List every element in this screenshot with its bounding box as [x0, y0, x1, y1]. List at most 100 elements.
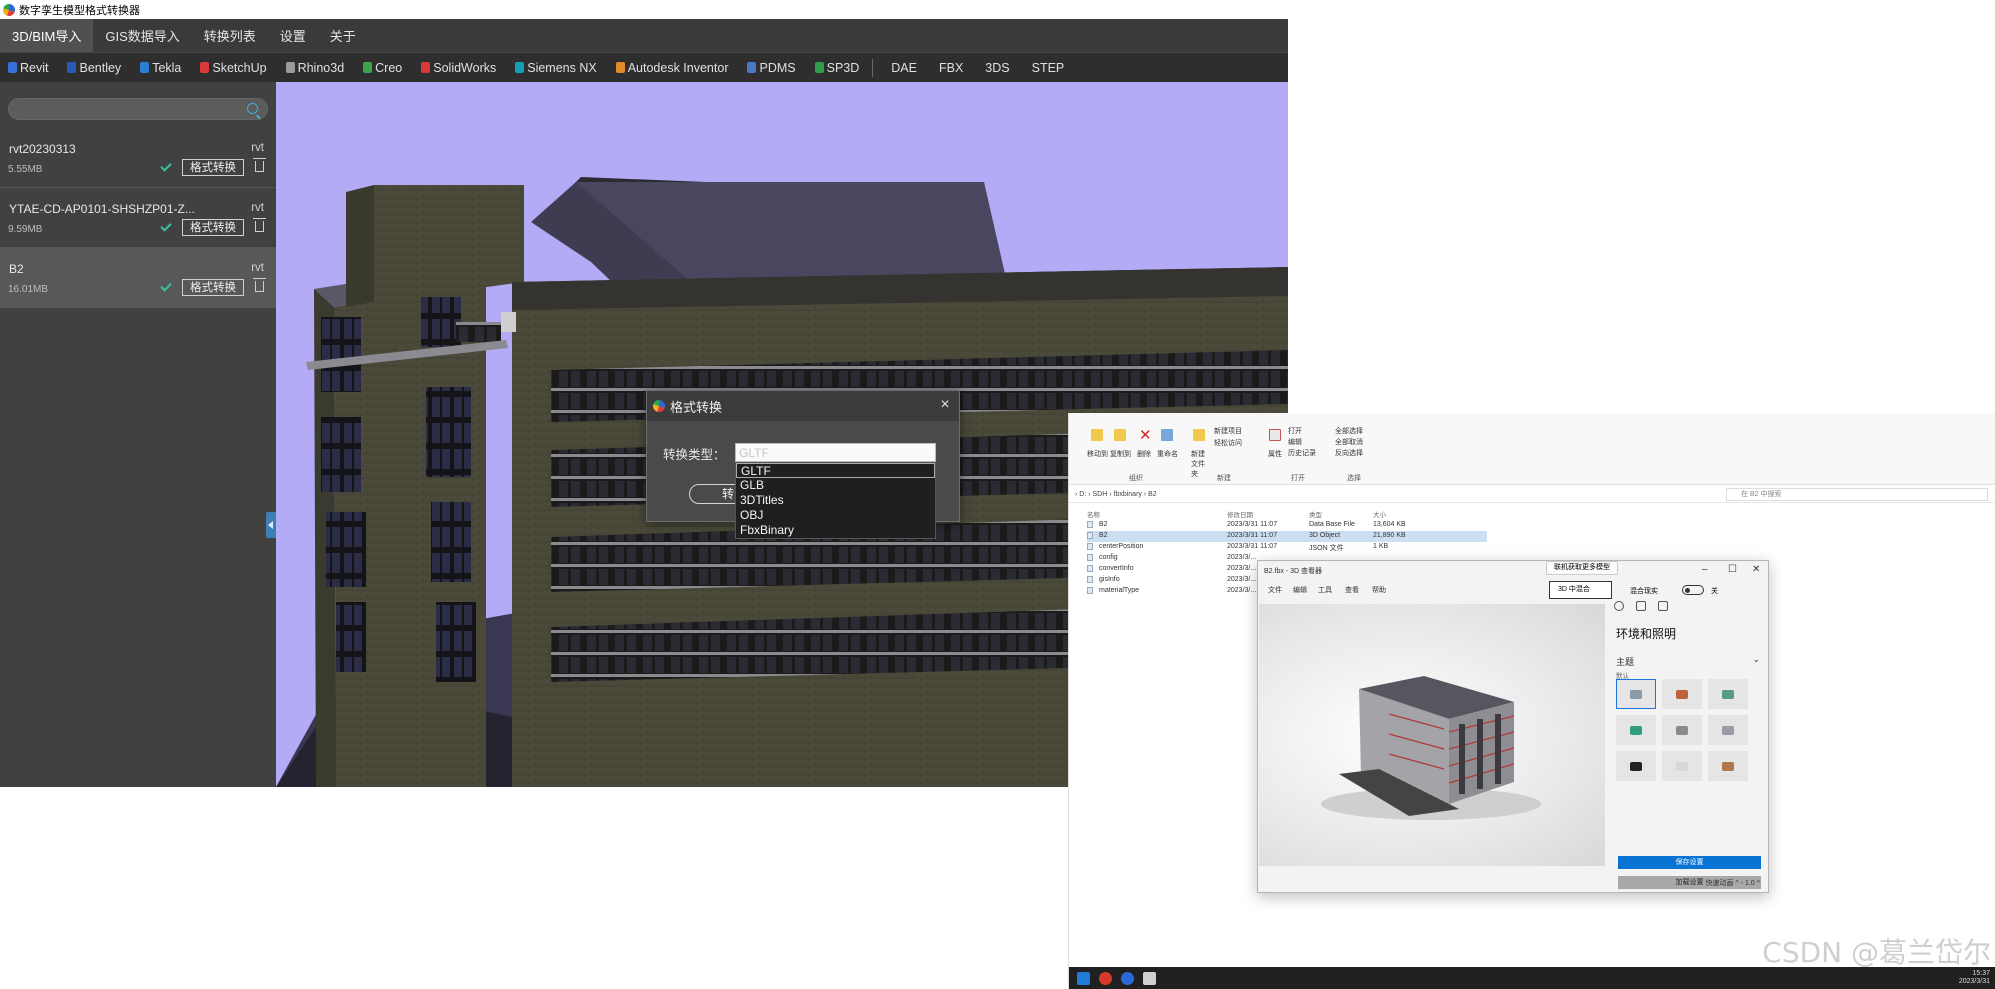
theme-swatch[interactable] — [1662, 679, 1702, 709]
new-folder-icon[interactable] — [1193, 429, 1205, 441]
theme-swatch[interactable] — [1708, 751, 1748, 781]
file-size: 1 KB — [1373, 543, 1389, 550]
col-name[interactable]: 名称 — [1087, 509, 1100, 519]
option-fbxbinary[interactable]: FbxBinary — [736, 523, 935, 538]
viewer-menu-file[interactable]: 文件 — [1268, 585, 1282, 595]
option-gltf[interactable]: GLTF — [736, 463, 935, 478]
copy-to-icon[interactable] — [1114, 429, 1126, 441]
minimize-icon[interactable]: – — [1702, 564, 1708, 575]
viewer-menu-tools[interactable]: 工具 — [1318, 585, 1332, 595]
search-icon[interactable] — [247, 103, 258, 114]
format-3ds[interactable]: 3DS — [985, 61, 1009, 75]
mixed-reality-toggle[interactable] — [1682, 585, 1704, 595]
collapse-sidebar-handle[interactable] — [266, 512, 276, 538]
col-date[interactable]: 修改日期 — [1227, 509, 1253, 519]
file-row[interactable]: B2 2023/3/31 11:07 Data Base File 13,604 KB — [1087, 520, 1487, 531]
file-row[interactable]: centerPosition 2023/3/31 11:07 JSON 文件 1 KB — [1087, 542, 1487, 553]
theme-swatch[interactable] — [1662, 751, 1702, 781]
select-none-label[interactable]: 全部取消 — [1335, 437, 1363, 447]
windows-start-icon[interactable] — [1077, 972, 1090, 985]
convert-button[interactable]: 格式转换 — [182, 219, 244, 236]
taskbar-converter-icon[interactable] — [1121, 972, 1134, 985]
file-item-ytae[interactable]: YTAE-CD-AP0101-SHSHZP01-Z... rvt 9.59MB … — [0, 188, 276, 248]
option-3dtitles[interactable]: 3DTitles — [736, 493, 935, 508]
close-icon[interactable]: × — [937, 397, 953, 413]
format-creo[interactable]: Creo — [363, 61, 402, 75]
history-label[interactable]: 历史记录 — [1288, 448, 1316, 458]
address-path[interactable]: › D: › SDH › fbxbinary › B2 — [1075, 491, 1157, 498]
file-item-rvt20230313[interactable]: rvt20230313 rvt 5.55MB 格式转换 — [0, 128, 276, 188]
new-item-label[interactable]: 新建项目 — [1214, 426, 1242, 436]
format-bentley[interactable]: Bentley — [67, 61, 121, 75]
viewer-menu-help[interactable]: 帮助 — [1372, 585, 1386, 595]
stats-tab-icon[interactable] — [1636, 601, 1646, 611]
mixed-reality-button[interactable]: 3D 中混合 — [1549, 581, 1612, 599]
theme-swatch[interactable] — [1616, 715, 1656, 745]
format-sketchup[interactable]: SketchUp — [200, 61, 267, 75]
animation-tab-icon[interactable] — [1658, 601, 1668, 611]
theme-swatch[interactable] — [1662, 715, 1702, 745]
menu-bim-import[interactable]: 3D/BIM导入 — [0, 19, 94, 52]
format-autodesk-inventor[interactable]: Autodesk Inventor — [615, 61, 728, 75]
search-input[interactable] — [8, 98, 268, 120]
viewer-statusbar[interactable]: 快速动画 ^ ◦ 1.0 ^ — [1705, 878, 1760, 888]
viewer-canvas[interactable] — [1259, 604, 1605, 866]
convert-button[interactable]: 格式转换 — [182, 279, 244, 296]
file-row[interactable]: B2 2023/3/31 11:07 3D Object 21,890 KB — [1087, 531, 1487, 542]
file-item-b2[interactable]: B2 rvt 16.01MB 格式转换 — [0, 248, 276, 308]
clock-time: 15:37 — [1972, 970, 1990, 977]
option-glb[interactable]: GLB — [736, 478, 935, 493]
menu-gis-import[interactable]: GIS数据导入 — [93, 19, 191, 52]
format-tekla[interactable]: Tekla — [140, 61, 181, 75]
format-revit[interactable]: Revit — [8, 61, 48, 75]
format-solidworks[interactable]: SolidWorks — [421, 61, 496, 75]
theme-swatch[interactable] — [1616, 679, 1656, 709]
close-icon[interactable]: ✕ — [1752, 564, 1760, 575]
move-to-icon[interactable] — [1091, 429, 1103, 441]
new-folder-label: 新建文件夹 — [1191, 451, 1205, 478]
invert-selection-label[interactable]: 反向选择 — [1335, 448, 1363, 458]
theme-swatch[interactable] — [1708, 679, 1748, 709]
theme-swatch[interactable] — [1616, 751, 1656, 781]
convert-type-select[interactable]: GLTF — [735, 443, 936, 462]
easy-access-label[interactable]: 轻松访问 — [1214, 438, 1242, 448]
format-sp3d[interactable]: SP3D — [814, 61, 859, 75]
col-size[interactable]: 大小 — [1373, 509, 1386, 519]
taskbar-app-icon[interactable] — [1099, 972, 1112, 985]
option-obj[interactable]: OBJ — [736, 508, 935, 523]
address-bar[interactable]: › D: › SDH › fbxbinary › B2 在 B2 中搜索 — [1069, 487, 1995, 503]
lighting-tab-icon[interactable] — [1614, 601, 1624, 611]
maximize-icon[interactable]: ☐ — [1728, 564, 1737, 575]
menu-settings[interactable]: 设置 — [268, 19, 318, 52]
format-step[interactable]: STEP — [1032, 61, 1065, 75]
explorer-search-input[interactable]: 在 B2 中搜索 — [1726, 488, 1988, 501]
select-all-label[interactable]: 全部选择 — [1335, 426, 1363, 436]
trash-icon[interactable] — [253, 218, 266, 232]
creo-icon — [363, 62, 373, 73]
edit-label[interactable]: 编辑 — [1288, 437, 1302, 447]
system-tray[interactable]: 15:37 2023/3/31 — [1959, 970, 1990, 986]
menu-convert-list[interactable]: 转换列表 — [192, 19, 268, 52]
theme-label[interactable]: 主题 — [1616, 655, 1634, 668]
trash-icon[interactable] — [253, 278, 266, 292]
theme-swatch[interactable] — [1708, 715, 1748, 745]
format-dae[interactable]: DAE — [891, 61, 917, 75]
rename-icon[interactable] — [1161, 429, 1173, 441]
format-siemens-nx[interactable]: Siemens NX — [515, 61, 597, 75]
open-label[interactable]: 打开 — [1288, 426, 1302, 436]
delete-icon[interactable]: ✕ — [1139, 426, 1152, 444]
trash-icon[interactable] — [253, 158, 266, 172]
properties-icon[interactable] — [1269, 429, 1281, 441]
convert-button[interactable]: 格式转换 — [182, 159, 244, 176]
col-type[interactable]: 类型 — [1309, 509, 1322, 519]
tekla-icon — [140, 62, 150, 73]
viewer-menu-view[interactable]: 查看 — [1345, 585, 1359, 595]
format-fbx[interactable]: FBX — [939, 61, 963, 75]
save-settings-button[interactable]: 保存设置 — [1618, 856, 1761, 869]
chevron-down-icon[interactable]: ⌄ — [1752, 654, 1760, 665]
viewer-menu-edit[interactable]: 编辑 — [1293, 585, 1307, 595]
taskbar-3dviewer-icon[interactable] — [1143, 972, 1156, 985]
format-pdms[interactable]: PDMS — [747, 61, 796, 75]
format-rhino3d[interactable]: Rhino3d — [285, 61, 344, 75]
menu-about[interactable]: 关于 — [318, 19, 368, 52]
